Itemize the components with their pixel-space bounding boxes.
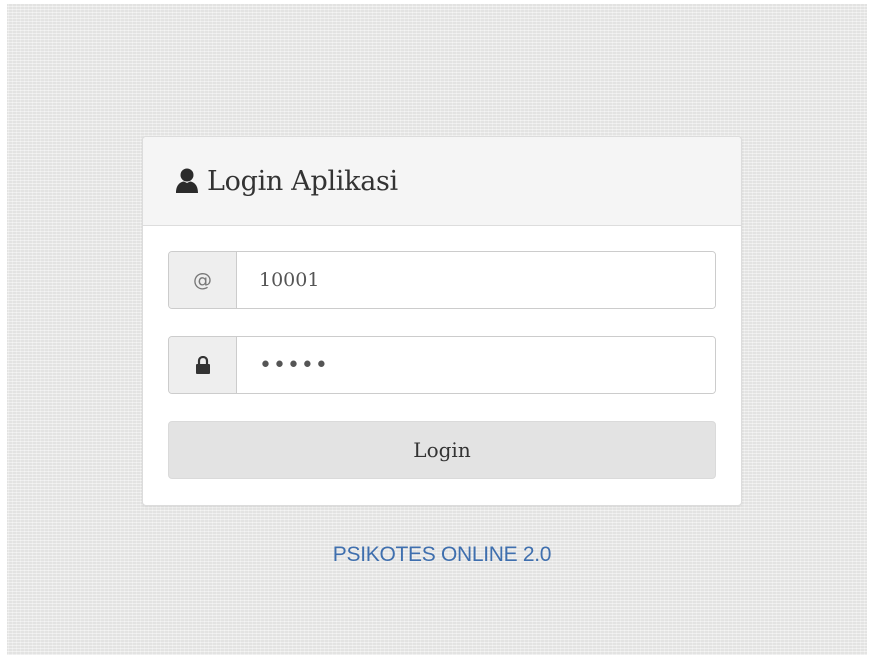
login-panel: Login Aplikasi @ ••••• Login xyxy=(142,136,742,506)
at-icon: @ xyxy=(169,252,237,308)
username-group: @ xyxy=(168,251,716,309)
password-mask: ••••• xyxy=(259,352,329,378)
lock-icon xyxy=(169,337,237,393)
username-input[interactable] xyxy=(237,252,715,308)
password-group: ••••• xyxy=(168,336,716,394)
panel-title: Login Aplikasi xyxy=(207,165,398,197)
right-edge xyxy=(867,0,873,655)
left-edge xyxy=(0,0,7,655)
app-version-label: PSIKOTES ONLINE 2.0 xyxy=(332,543,552,566)
user-icon xyxy=(175,168,199,194)
top-edge xyxy=(0,0,873,4)
panel-heading: Login Aplikasi xyxy=(143,137,741,226)
login-button[interactable]: Login xyxy=(168,421,716,479)
password-input[interactable]: ••••• xyxy=(237,337,715,393)
login-form: @ ••••• Login xyxy=(143,226,741,479)
